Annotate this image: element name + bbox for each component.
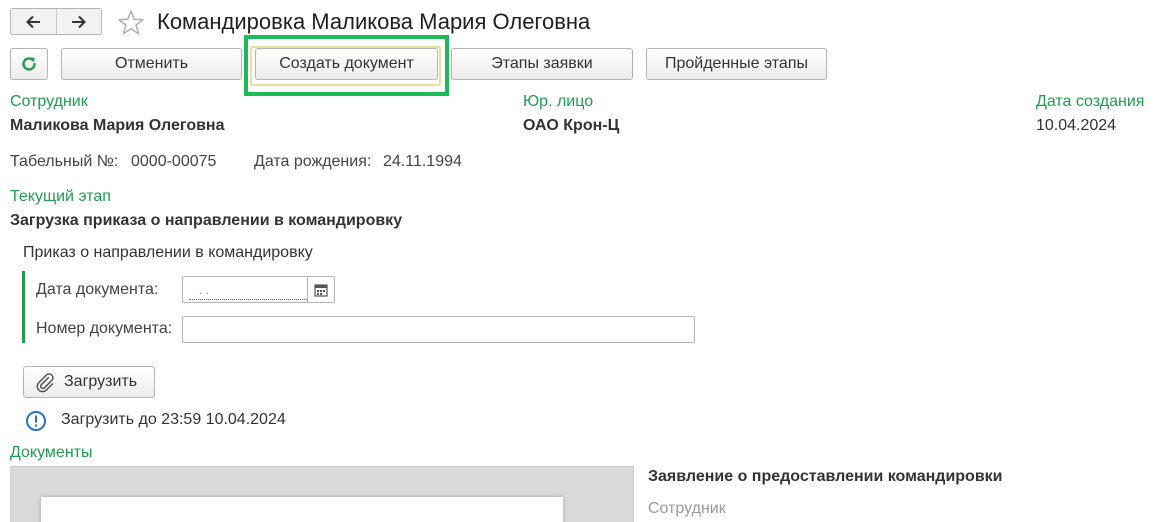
document-number-label: Номер документа:	[36, 320, 173, 337]
document-date-field[interactable]: . .	[182, 276, 335, 303]
paperclip-icon	[36, 373, 54, 393]
info-icon	[26, 411, 46, 431]
refresh-icon	[22, 57, 36, 71]
documents-preview-panel[interactable]	[10, 466, 634, 522]
tab-number-label: Табельный №:	[10, 153, 119, 170]
birth-date-value: 24.11.1994	[383, 153, 462, 170]
document-number-input[interactable]	[182, 316, 695, 343]
legal-entity-value[interactable]: ОАО Крон-Ц	[523, 117, 619, 135]
arrow-left-icon	[26, 15, 41, 28]
calendar-button[interactable]	[307, 277, 334, 302]
order-group-bar	[22, 271, 25, 343]
form-window: Командировка Маликова Мария Олеговна Отм…	[0, 0, 1157, 522]
calendar-icon	[314, 283, 328, 297]
order-group-title: Приказ о направлении в командировку	[23, 244, 313, 261]
upload-deadline-text: Загрузить до 23:59 10.04.2024	[61, 411, 286, 428]
upload-button[interactable]: Загрузить	[23, 366, 155, 398]
created-date-label: Дата создания	[1036, 93, 1145, 110]
forward-button[interactable]	[55, 9, 102, 34]
request-stages-button[interactable]: Этапы заявки	[451, 48, 633, 80]
birth-date-label: Дата рождения:	[254, 153, 372, 170]
current-stage-value: Загрузка приказа о направлении в команди…	[10, 212, 403, 229]
document-preview-sheet	[41, 497, 563, 522]
employee-label: Сотрудник	[10, 93, 88, 110]
selected-document-title: Заявление о предоставлении командировки	[648, 468, 1003, 485]
employee-value[interactable]: Маликова Мария Олеговна	[10, 117, 224, 135]
legal-entity-label: Юр. лицо	[523, 93, 594, 110]
refresh-button[interactable]	[10, 48, 48, 80]
document-date-label: Дата документа:	[36, 281, 159, 298]
selected-document-employee-label: Сотрудник	[648, 500, 726, 517]
current-stage-label: Текущий этап	[10, 188, 111, 205]
created-date-value: 10.04.2024	[1036, 117, 1117, 134]
passed-stages-button[interactable]: Пройденные этапы	[646, 48, 827, 80]
history-nav	[10, 8, 102, 35]
upload-button-label: Загрузить	[64, 373, 138, 390]
back-button[interactable]	[11, 9, 56, 34]
date-placeholder: . .	[199, 283, 210, 297]
create-document-button[interactable]: Создать документ	[255, 48, 438, 80]
cancel-button[interactable]: Отменить	[61, 48, 242, 80]
tab-number-value: 0000-00075	[131, 153, 217, 170]
page-title: Командировка Маликова Мария Олеговна	[157, 9, 591, 34]
document-date-input[interactable]: . .	[189, 281, 307, 300]
favorite-star-icon[interactable]	[116, 8, 146, 36]
documents-label: Документы	[10, 444, 93, 461]
arrow-right-icon	[71, 15, 86, 28]
